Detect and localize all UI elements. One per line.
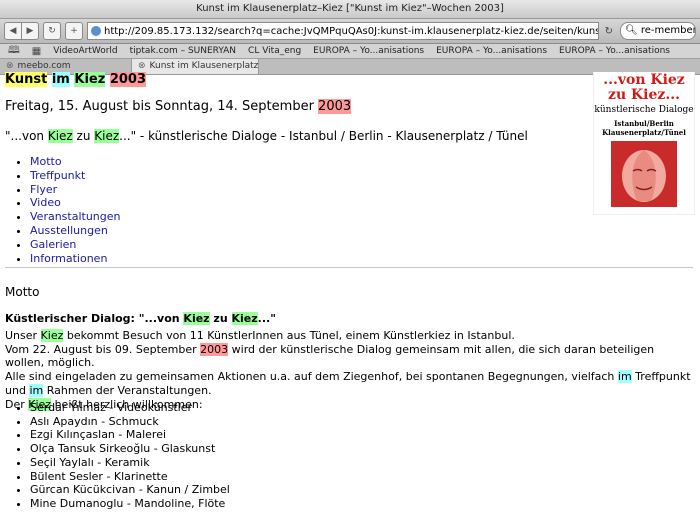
search-input[interactable]: 🔍︎ re-member l: [620, 22, 696, 40]
site-icon: [91, 26, 101, 36]
search-value: re-member l: [640, 25, 696, 36]
toc-item: Ausstellungen: [30, 224, 121, 238]
dialog-text: ...": [257, 312, 276, 325]
section-divider: [5, 267, 693, 268]
table-of-contents: Motto Treffpunkt Flyer Video Veranstaltu…: [30, 155, 121, 265]
list-item: Seçil Yaylalı - Keramik: [30, 456, 230, 470]
poster-location-line: Istanbul/Berlin: [614, 119, 674, 128]
toc-link-informationen[interactable]: Informationen: [30, 252, 107, 265]
toc-link-treffpunkt[interactable]: Treffpunkt: [30, 169, 85, 182]
toc-link-video[interactable]: Video: [30, 196, 61, 209]
toc-item: Treffpunkt: [30, 169, 121, 183]
subtitle-text: zu: [72, 129, 95, 143]
toc-item: Informationen: [30, 252, 121, 266]
list-item: Serdar Yılmaz - Videokünstler: [30, 401, 230, 415]
bookmark-item[interactable]: tiptak.com – SUNERYAN: [130, 46, 236, 56]
poster-title-line: ...von Kiez: [603, 72, 685, 88]
forward-arrow-icon[interactable]: ▶: [22, 22, 39, 40]
bookmarks-bar: 🕮 ▦ VideoArtWorld tiptak.com – SUNERYAN …: [0, 44, 700, 59]
search-icon: 🔍︎: [625, 25, 638, 36]
list-item: Ezgi Kılınçaslan - Malerei: [30, 428, 230, 442]
poster-title-line: zu Kiez...: [608, 87, 680, 103]
back-arrow-icon[interactable]: ◀: [4, 22, 22, 40]
poster-subtitle: künstlerische Dialoge: [594, 105, 694, 115]
section-title-motto: Motto: [5, 285, 40, 299]
poster-location: Istanbul/Berlin Klausenerplatz/Tünel: [594, 119, 694, 137]
title-word: Kiez: [74, 72, 106, 87]
page-title: Kunst im Kiez 2003: [5, 72, 147, 87]
bookmarks-grid-icon[interactable]: ▦: [32, 46, 41, 57]
dialog-text: Küstlerischer Dialog: "...von: [5, 312, 184, 325]
list-item: Olça Tansuk Sirkeoğlu - Glaskunst: [30, 442, 230, 456]
reload-icon[interactable]: ↻: [43, 22, 61, 40]
dialog-kiez: Kiez: [183, 312, 210, 325]
body-text: Rahmen der Veranstaltungen.: [43, 383, 212, 397]
body-im: im: [617, 370, 632, 384]
body-text: Unser: [5, 329, 41, 342]
page-content: Kunst im Kiez 2003 Freitag, 15. August b…: [0, 72, 700, 512]
list-item: Aslı Apaydın - Schmuck: [30, 415, 230, 429]
event-subtitle: "...von Kiez zu Kiez..." - künstlerische…: [5, 129, 528, 143]
dialog-text: zu: [209, 312, 232, 325]
title-word: Kunst: [5, 72, 48, 87]
nav-buttons: ◀ ▶: [4, 22, 39, 40]
browser-toolbar: ◀ ▶ ↻ + http://209.85.173.132/search?q=c…: [0, 19, 700, 44]
body-year: 2003: [200, 342, 229, 356]
toc-item: Motto: [30, 155, 121, 169]
list-item: Gürcan Kücükcivan - Kanun / Zimbel: [30, 483, 230, 497]
bookmark-item[interactable]: EUROPA – Yo...anisations: [436, 46, 547, 56]
toc-link-flyer[interactable]: Flyer: [30, 183, 57, 196]
bookmarks-book-icon[interactable]: 🕮: [8, 43, 20, 60]
poster-title: ...von Kiez zu Kiez...: [594, 73, 694, 103]
body-line: Alle sind eingeladen zu gemeinsamen Akti…: [5, 370, 695, 397]
title-word: im: [51, 72, 70, 87]
toc-item: Galerien: [30, 238, 121, 252]
bookmark-item[interactable]: VideoArtWorld: [53, 46, 117, 56]
poster-face-artwork: [611, 141, 677, 207]
dates-year: 2003: [318, 99, 352, 114]
body-line: Vom 22. August bis 09. September 2003 wi…: [5, 342, 695, 370]
toc-link-motto[interactable]: Motto: [30, 155, 62, 168]
body-line: Unser Kiez bekommt Besuch von 11 Künstle…: [5, 329, 695, 343]
artist-list: Serdar Yılmaz - Videokünstler Aslı Apayd…: [30, 401, 230, 511]
toc-link-galerien[interactable]: Galerien: [30, 238, 76, 251]
body-text: Vom 22. August bis 09. September: [5, 342, 201, 356]
toc-item: Video: [30, 196, 121, 210]
toc-link-ausstellungen[interactable]: Ausstellungen: [30, 224, 108, 237]
list-item: Bülent Sesler - Klarinette: [30, 470, 230, 484]
event-dates: Freitag, 15. August bis Sonntag, 14. Sep…: [5, 99, 352, 114]
poster-location-line: Klausenerplatz/Tünel: [602, 128, 686, 137]
bookmark-item[interactable]: EUROPA – Yo...anisations: [559, 46, 670, 56]
toc-link-veranstaltungen[interactable]: Veranstaltungen: [30, 210, 121, 223]
event-poster: ...von Kiez zu Kiez... künstlerische Dia…: [593, 72, 695, 215]
motto-body: Unser Kiez bekommt Besuch von 11 Künstle…: [5, 329, 695, 411]
address-url: http://209.85.173.132/search?q=cache:JvQ…: [104, 25, 598, 37]
refresh-icon[interactable]: ↻: [605, 26, 613, 37]
add-bookmark-icon[interactable]: +: [65, 22, 83, 40]
window-title: Kunst im Klausenerplatz–Kiez ["Kunst im …: [0, 0, 700, 19]
body-text: Alle sind eingeladen zu gemeinsamen Akti…: [5, 370, 618, 384]
subtitle-kiez: Kiez: [47, 129, 73, 143]
body-text: bekommt Besuch von 11 KünstlerInnen aus …: [63, 329, 515, 342]
title-word: 2003: [109, 72, 147, 87]
list-item: Mine Dumanoglu - Mandoline, Flöte: [30, 497, 230, 511]
body-im: im: [29, 383, 44, 397]
toc-item: Flyer: [30, 183, 121, 197]
dates-text: Freitag, 15. August bis Sonntag, 14. Sep…: [5, 99, 319, 114]
bookmark-item[interactable]: CL Vita_eng: [248, 46, 301, 56]
subtitle-text: "...von: [5, 129, 48, 143]
dialog-kiez: Kiez: [231, 312, 258, 325]
toc-item: Veranstaltungen: [30, 210, 121, 224]
dialog-heading: Küstlerischer Dialog: "...von Kiez zu Ki…: [5, 312, 276, 325]
bookmark-item[interactable]: EUROPA – Yo...anisations: [313, 46, 424, 56]
subtitle-kiez: Kiez: [94, 129, 120, 143]
address-bar[interactable]: http://209.85.173.132/search?q=cache:JvQ…: [87, 22, 599, 40]
subtitle-text: ..." - künstlerische Dialoge - Istanbul …: [119, 129, 528, 143]
poster-face-illustration: [611, 141, 677, 207]
body-kiez: Kiez: [40, 329, 64, 342]
